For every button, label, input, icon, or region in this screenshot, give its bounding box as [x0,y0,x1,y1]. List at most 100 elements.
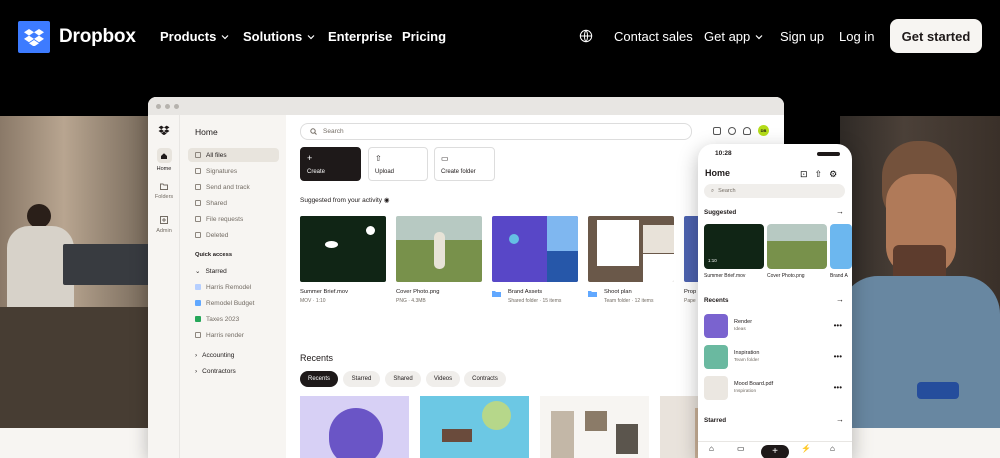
create-folder-button[interactable]: ▭ Create folder [434,147,495,181]
dropbox-logo-icon[interactable] [158,125,170,135]
nav-enterprise[interactable]: Enterprise [328,29,392,44]
phone-toolbar: ⊡ ⇧ ⚙ [800,169,837,180]
phone-suggested-heading: Suggested [704,209,737,216]
arrow-right-icon[interactable]: → [836,295,844,304]
starred-group[interactable]: ⌄ Starred [188,264,279,278]
more-icon[interactable]: ••• [834,383,842,392]
image-icon [195,332,201,338]
recent-tile-mood-board[interactable] [540,396,649,458]
folder-icon [195,152,201,158]
sidebar-item-file-requests[interactable]: File requests [188,212,279,226]
filter-recents[interactable]: Recents [300,371,338,387]
upload-button[interactable]: ⇧ Upload [368,147,428,181]
sidebar-item-shared[interactable]: Shared [188,196,279,210]
starred-item-harris-remodel[interactable]: Harris Remodel [188,280,279,294]
filter-videos[interactable]: Videos [426,371,460,387]
add-button[interactable]: + [761,445,789,458]
row-meta: Team folder [734,358,760,363]
rail-home-label: Home [156,166,172,172]
rail-folders[interactable]: Folders [148,183,180,200]
nav-products[interactable]: Products [160,29,230,44]
folder-icon [160,183,168,190]
bell-icon[interactable] [743,126,751,135]
create-button[interactable]: + Create [300,147,361,181]
search-icon: ⌕ [711,187,715,194]
status-time: 10:28 [715,150,732,157]
apps-grid-icon[interactable] [713,126,721,135]
trash-icon [195,232,201,238]
rail-home[interactable]: Home [148,148,180,172]
card-meta: Team folder · 12 items [604,298,654,304]
phone-tab-bar: ⌂ ▭ + ⚡ ⌂ [698,441,852,458]
starred-item-remodel-budget[interactable]: Remodel Budget [188,296,279,310]
dropbox-logo[interactable]: Dropbox [18,21,136,53]
chevron-right-icon: › [195,351,198,359]
log-in-link[interactable]: Log in [839,29,874,44]
more-icon[interactable]: ••• [834,321,842,330]
folder-thumbnail [830,224,852,269]
phone-suggested-cover-photo[interactable]: Cover Photo.png [767,224,827,279]
phone-card-title: Summer Brief.mov [704,273,746,279]
get-started-button[interactable]: Get started [890,19,982,53]
photos-icon[interactable]: ⚡ [801,444,811,453]
sign-up-link[interactable]: Sign up [780,29,824,44]
brand-name: Dropbox [59,26,136,47]
nav-pricing[interactable]: Pricing [402,29,446,44]
sidebar-title: Home [195,127,218,137]
get-app-menu[interactable]: Get app [704,29,764,44]
help-icon[interactable] [728,126,736,135]
suggested-card-brand-assets[interactable]: Brand Assets Shared folder · 15 items [492,216,578,304]
phone-suggested-brand-assets[interactable]: Brand A [830,224,852,279]
home-icon[interactable]: ⌂ [709,444,714,453]
globe-icon[interactable] [579,29,593,43]
filter-starred[interactable]: Starred [343,371,380,387]
avatar[interactable]: DB [758,125,769,136]
phone-starred-heading: Starred [704,417,727,424]
starred-item-taxes[interactable]: Taxes 2023 [188,312,279,326]
more-icon[interactable]: ••• [834,352,842,361]
card-meta: PNG · 4.3MB [396,298,426,304]
upload-icon[interactable]: ⇧ [815,169,823,180]
sidebar-item-all-files[interactable]: All files [188,148,279,162]
admin-icon [160,216,168,224]
starred-item-harris-render[interactable]: Harris render [188,328,279,342]
account-icon[interactable]: ⌂ [830,444,835,453]
accounting-label: Accounting [202,351,235,359]
suggested-card-shoot-plan[interactable]: Shoot plan Team folder · 12 items [588,216,674,304]
folder-icon [195,284,201,290]
phone-card-title: Brand A [830,273,848,279]
folder-icon[interactable]: ▭ [737,444,745,453]
settings-icon[interactable]: ⚙ [829,169,837,180]
recent-tile-inspiration[interactable] [420,396,529,458]
quick-access-heading: Quick access [195,252,233,258]
signature-icon [195,168,201,174]
filter-shared[interactable]: Shared [385,371,421,387]
group-accounting[interactable]: › Accounting [188,348,279,362]
suggested-card-summer-brief[interactable]: Summer Brief.mov MOV · 1:10 [300,216,386,304]
sidebar-item-send-track[interactable]: Send and track [188,180,279,194]
contact-sales-link[interactable]: Contact sales [614,29,693,44]
search-input[interactable]: Search [300,123,692,140]
phone-recent-render[interactable]: Render Ideas ••• [704,312,842,339]
group-contractors[interactable]: › Contractors [188,364,279,378]
arrow-right-icon[interactable]: → [836,415,844,424]
sidebar-item-label: Deleted [206,231,229,239]
sidebar-item-deleted[interactable]: Deleted [188,228,279,242]
filter-contracts[interactable]: Contracts [464,371,506,387]
recent-tile-render[interactable] [300,396,409,458]
sidebar-item-label: Remodel Budget [206,299,255,307]
sidebar-item-signatures[interactable]: Signatures [188,164,279,178]
arrow-right-icon[interactable]: → [836,207,844,216]
phone-recent-inspiration[interactable]: Inspiration Team folder ••• [704,343,842,370]
phone-search-input[interactable]: ⌕ Search [704,184,845,198]
eye-icon[interactable]: ◉ [384,197,390,204]
camera-icon[interactable]: ⊡ [800,169,808,180]
nav-solutions[interactable]: Solutions [243,29,316,44]
row-name: Inspiration [734,350,760,356]
rail-admin[interactable]: Admin [148,216,180,234]
folder-plus-icon: ▭ [441,154,449,163]
phone-suggested-summer-brief[interactable]: 1:10 Summer Brief.mov [704,224,764,279]
suggested-card-cover-photo[interactable]: Cover Photo.png PNG · 4.3MB [396,216,482,304]
sidebar-item-label: File requests [206,215,244,223]
phone-recent-mood-board[interactable]: Mood Board.pdf Inspiration ••• [704,374,842,401]
